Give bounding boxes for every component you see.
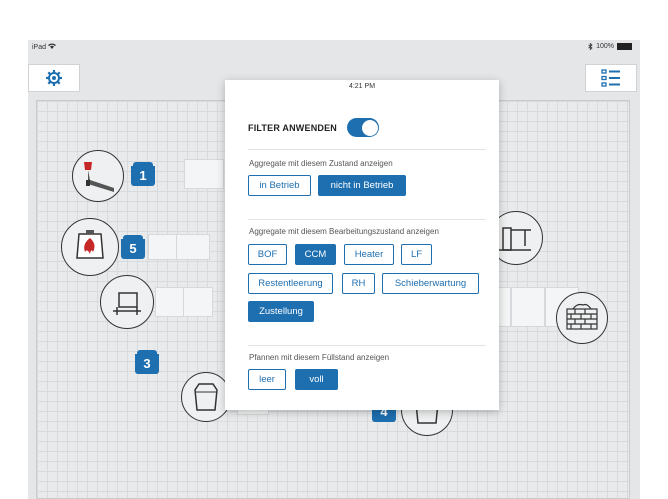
divider [248,219,486,220]
chip-heater[interactable]: Heater [344,244,394,265]
toggle-knob [361,119,378,136]
list-icon [601,69,620,87]
heater-icon [113,292,141,315]
ladle-3[interactable]: 3 [135,350,159,376]
section-title-processing: Aggregate mit diesem Bearbeitungszustand… [249,227,439,236]
status-left: iPad [32,43,56,51]
status-bar: iPad 100% [28,40,640,54]
filter-apply-row: FILTER ANWENDEN [248,118,379,137]
map-slot [155,287,185,317]
converter-unit[interactable] [72,150,124,202]
chip-nicht-in-betrieb[interactable]: nicht in Betrieb [318,175,406,196]
list-view-button[interactable] [585,64,637,92]
chip-voll[interactable]: voll [295,369,338,390]
status-time: 4:21 PM [348,83,376,90]
filter-apply-toggle[interactable] [347,118,379,137]
wifi-icon [47,43,56,49]
fire-furnace-icon [76,230,104,259]
ipad-screen: iPad 100% 1 5 3 4 4:21 PM FILTER ANWENDE… [28,40,640,499]
section-title-fill: Pfannen mit diesem Füllstand anzeigen [249,353,390,362]
map-slot [184,159,224,189]
chip-rh[interactable]: RH [342,273,375,294]
settings-button[interactable] [28,64,80,92]
filter-apply-label: FILTER ANWENDEN [248,122,337,133]
chip-schieberwartung[interactable]: Schieberwartung [382,273,479,294]
brick-wall-unit[interactable] [556,292,608,344]
device-name: iPad [32,44,47,51]
map-slot [176,234,210,260]
status-right: 100% [588,43,632,50]
ladle-1[interactable]: 1 [131,162,155,188]
section-title-state: Aggregate mit diesem Zustand anzeigen [249,159,393,168]
fire-furnace-unit[interactable] [61,218,119,276]
chip-lf[interactable]: LF [401,244,432,265]
chip-in-betrieb[interactable]: in Betrieb [248,175,311,196]
map-slot [511,287,545,327]
brick-wall-icon [566,303,598,330]
battery-icon [617,43,632,50]
chip-zustellung[interactable]: Zustellung [248,301,314,322]
converter-icon [84,162,114,192]
heater-unit[interactable] [100,275,154,329]
filter-popover: 4:21 PM FILTER ANWENDEN Aggregate mit di… [225,80,499,410]
map-slot [183,287,213,317]
ladle-5[interactable]: 5 [121,235,145,261]
chip-ccm[interactable]: CCM [295,244,336,265]
gear-icon [46,70,62,86]
crane-icon [499,227,531,251]
ladle-outline-icon [194,383,218,411]
chip-restentleerung[interactable]: Restentleerung [248,273,333,294]
ladle-station-unit-left[interactable] [181,372,231,422]
chip-bof[interactable]: BOF [248,244,287,265]
bluetooth-icon [588,43,593,50]
divider [248,345,486,346]
battery-percent: 100% [596,43,614,50]
chip-leer[interactable]: leer [248,369,286,390]
divider [248,149,486,150]
